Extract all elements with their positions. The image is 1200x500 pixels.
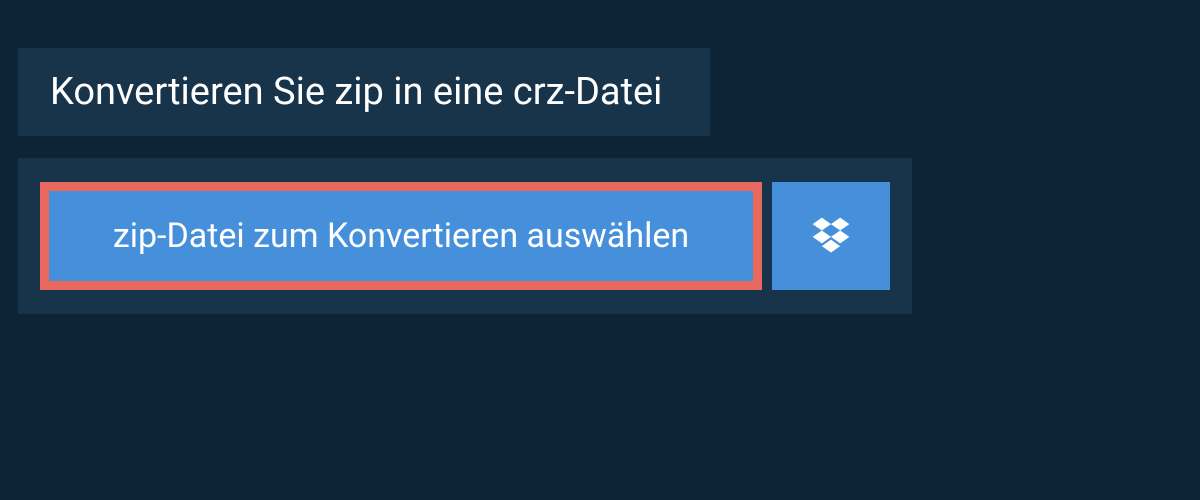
heading-container: Konvertieren Sie zip in eine crz-Datei — [18, 48, 710, 136]
upload-panel: zip-Datei zum Konvertieren auswählen — [18, 158, 912, 314]
page-heading: Konvertieren Sie zip in eine crz-Datei — [50, 70, 662, 114]
dropbox-icon — [809, 214, 853, 258]
select-file-button-label: zip-Datei zum Konvertieren auswählen — [113, 216, 689, 256]
select-file-button[interactable]: zip-Datei zum Konvertieren auswählen — [40, 182, 762, 290]
dropbox-button[interactable] — [772, 182, 890, 290]
